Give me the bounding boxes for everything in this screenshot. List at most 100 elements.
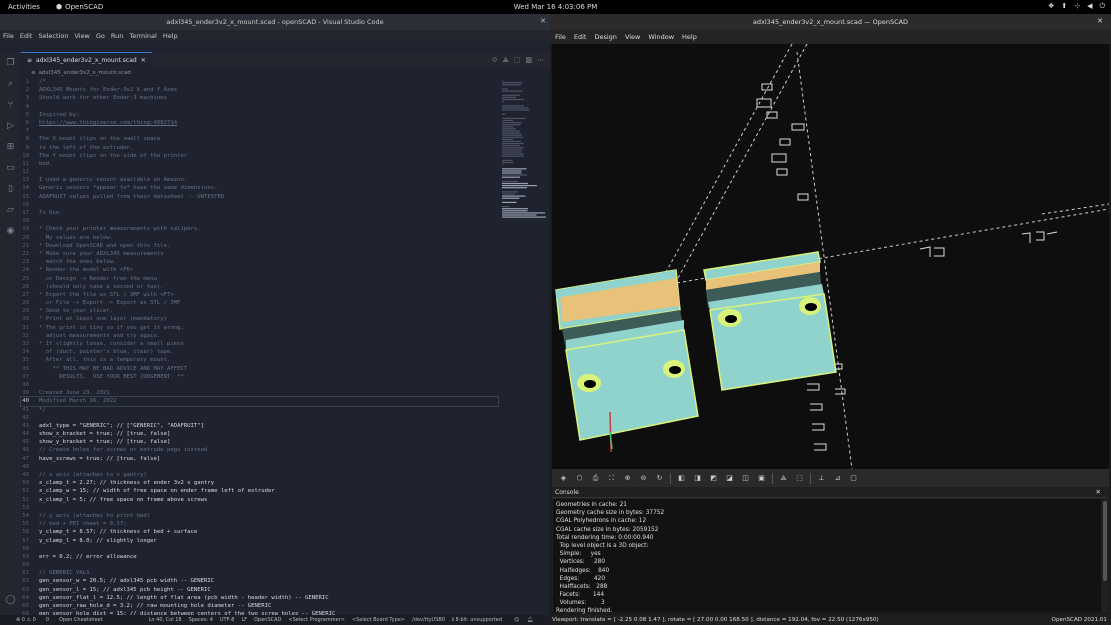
- show-axes-icon[interactable]: ⟂: [816, 473, 827, 484]
- status-item[interactable]: 0: [46, 617, 49, 623]
- menu-item-window[interactable]: Window: [648, 33, 674, 41]
- code-line[interactable]: 31 * The print is tiny so if you get it w…: [21, 324, 498, 332]
- code-line[interactable]: 11 bed.: [21, 160, 498, 168]
- split-editor-icon[interactable]: ▥: [525, 56, 532, 65]
- code-line[interactable]: 3 Should work for other Ender-3 machines: [21, 94, 498, 102]
- code-editor[interactable]: 1 /* 2 ADXL345 Mounts for Ender-3v2 X and Y…: [20, 78, 499, 620]
- code-line[interactable]: 38: [21, 381, 498, 389]
- source-control-icon[interactable]: ⑂: [0, 94, 21, 115]
- tab-close-icon[interactable]: ✕: [141, 57, 146, 64]
- code-line[interactable]: 29 * Send to your slicer.: [21, 307, 498, 315]
- code-line[interactable]: 27 * Export the file as STL / 3MF with <F…: [21, 291, 498, 299]
- feedback-icon[interactable]: ☺: [514, 617, 519, 623]
- minimap[interactable]: [500, 78, 548, 228]
- code-line[interactable]: 42: [21, 414, 498, 422]
- system-tray[interactable]: ❖ ⬆ ⊹ ◀ ⏻: [1048, 2, 1105, 11]
- export-stl-icon[interactable]: ⎙: [590, 473, 601, 484]
- view-bottom-icon[interactable]: ◩: [708, 473, 719, 484]
- preview-icon[interactable]: ◈: [558, 473, 569, 484]
- console-scrollbar[interactable]: [1103, 501, 1107, 581]
- show-edges-icon[interactable]: ▢: [848, 473, 859, 484]
- more-actions-icon[interactable]: ⋯: [537, 56, 544, 65]
- active-app-menu[interactable]: ⬢ OpenSCAD: [56, 3, 103, 11]
- code-line[interactable]: 8 The X mount clips on the small space: [21, 135, 498, 143]
- code-line[interactable]: 28 or File -> Export -> Export as STL / …: [21, 299, 498, 307]
- status-item[interactable]: ⊗ 0 ⚠ 0: [16, 617, 36, 623]
- status-item[interactable]: OpenSCAD: [254, 617, 281, 623]
- view-left-icon[interactable]: ◪: [724, 473, 735, 484]
- status-item[interactable]: LF: [241, 617, 247, 623]
- status-item[interactable]: Open Cheatsheet: [59, 617, 103, 623]
- code-line[interactable]: 30 * Print at least one layer (mandatory): [21, 315, 498, 323]
- folder-icon[interactable]: ▱: [0, 199, 21, 220]
- code-line[interactable]: 4: [21, 103, 498, 111]
- explorer-icon[interactable]: ❐: [0, 52, 21, 73]
- openscad-preview-icon[interactable]: ⟁: [503, 56, 509, 65]
- extensions-icon[interactable]: ⊞: [0, 136, 21, 157]
- code-line[interactable]: 57 y_clamp_l = 8.0; // slightly longer: [21, 537, 498, 545]
- show-scale-icon[interactable]: ⊿: [832, 473, 843, 484]
- code-line[interactable]: 5 Inspired by:: [21, 111, 498, 119]
- code-line[interactable]: 16: [21, 201, 498, 209]
- power-icon[interactable]: ⏻: [1099, 2, 1105, 11]
- code-line[interactable]: 46 // Create holes for screws or extrude …: [21, 446, 498, 454]
- code-line[interactable]: 24 * Render the model with <F6>: [21, 266, 498, 274]
- status-item[interactable]: UTF-8: [220, 617, 235, 623]
- close-icon[interactable]: ✕: [540, 17, 546, 25]
- status-item[interactable]: Spaces: 4: [189, 617, 213, 623]
- menu-item-help[interactable]: Help: [163, 32, 178, 40]
- code-line[interactable]: 61 // GENERIC VALS: [21, 569, 498, 577]
- menu-item-selection[interactable]: Selection: [38, 32, 68, 40]
- code-line[interactable]: 56 y_clamp_t = 8.57; // thickness of bed …: [21, 528, 498, 536]
- menu-item-view[interactable]: View: [74, 32, 89, 40]
- status-item[interactable]: <Select Programmer>: [288, 617, 345, 623]
- code-line[interactable]: 21 * Download OpenSCAD and open this file…: [21, 242, 498, 250]
- code-line[interactable]: 43 adxl_type = "GENERIC"; // ["GENERIC", …: [21, 422, 498, 430]
- status-item[interactable]: ℹ 8-bit: unsupported: [452, 617, 502, 623]
- code-line[interactable]: 9 to the left of the extruder.: [21, 144, 498, 152]
- code-line[interactable]: 32 adjust measurements and try again.: [21, 332, 498, 340]
- code-line[interactable]: 63 gen_sensor_l = 15; // adxl345 pcb heig…: [21, 586, 498, 594]
- code-line[interactable]: 37 RESULTS. USE YOUR BEST JUDGEMENT. **: [21, 373, 498, 381]
- view-top-icon[interactable]: ◨: [692, 473, 703, 484]
- code-line[interactable]: 14 Generic sensors *appear to* have the s…: [21, 184, 498, 192]
- code-line[interactable]: 60: [21, 561, 498, 569]
- bookmarks-icon[interactable]: ▯: [0, 178, 21, 199]
- code-line[interactable]: 58: [21, 545, 498, 553]
- code-line[interactable]: 13 I used a generic sensor available on A…: [21, 176, 498, 184]
- zoom-out-icon[interactable]: ⊖: [638, 473, 649, 484]
- code-line[interactable]: 35 After all, this is a temporary mount.: [21, 356, 498, 364]
- code-line[interactable]: 19 * Check your printer measurements with…: [21, 225, 498, 233]
- network-icon[interactable]: ⊹: [1074, 2, 1080, 11]
- render-icon[interactable]: ⬡: [574, 473, 585, 484]
- code-line[interactable]: 10 The Y mount clips on the side of the p…: [21, 152, 498, 160]
- menu-item-help[interactable]: Help: [682, 33, 697, 41]
- code-line[interactable]: 20 My values are below.: [21, 234, 498, 242]
- code-line[interactable]: 47 have_screws = true; // [true, false]: [21, 455, 498, 463]
- view-all-icon[interactable]: ⛶: [606, 473, 617, 484]
- code-line[interactable]: 6 https://www.thingiverse.com/thing:48827…: [21, 119, 498, 127]
- editor-tab[interactable]: ≡ adxl345_ender3v2_x_mount.scad ✕: [21, 52, 152, 68]
- code-line[interactable]: 62 gen_sensor_w = 20.5; // adxl345 pcb wi…: [21, 577, 498, 585]
- code-line[interactable]: 59 err = 0.2; // error allowance: [21, 553, 498, 561]
- menu-item-file[interactable]: File: [555, 33, 566, 41]
- code-line[interactable]: 33 * If slightly loose, consider a small …: [21, 340, 498, 348]
- menu-item-view[interactable]: View: [625, 33, 640, 41]
- code-line[interactable]: 1 /*: [21, 78, 498, 86]
- code-line[interactable]: 15 ADAFRUIT values pulled from their data…: [21, 193, 498, 201]
- menu-item-run[interactable]: Run: [111, 32, 123, 40]
- code-line[interactable]: 48: [21, 463, 498, 471]
- status-item[interactable]: Ln 40, Col 18: [149, 617, 182, 623]
- code-line[interactable]: 50 x_clamp_t = 2.27; // thickness of ende…: [21, 479, 498, 487]
- preview-icon[interactable]: ⟐: [492, 56, 498, 65]
- code-line[interactable]: 17 To Use:: [21, 209, 498, 217]
- code-line[interactable]: 22 * Make sure your ADXL345 measurements: [21, 250, 498, 258]
- console-output[interactable]: Geometries in cache: 21 Geometry cache si…: [553, 499, 1101, 614]
- code-line[interactable]: 26 (should only take a second or two).: [21, 283, 498, 291]
- code-line[interactable]: 40 Modified March 16, 2022: [20, 396, 499, 407]
- menu-item-design[interactable]: Design: [594, 33, 616, 41]
- menu-item-go[interactable]: Go: [96, 32, 105, 40]
- code-line[interactable]: 44 show_x_bracket = true; // [true, false…: [21, 430, 498, 438]
- code-line[interactable]: 53: [21, 504, 498, 512]
- code-line[interactable]: 41 */: [21, 406, 498, 414]
